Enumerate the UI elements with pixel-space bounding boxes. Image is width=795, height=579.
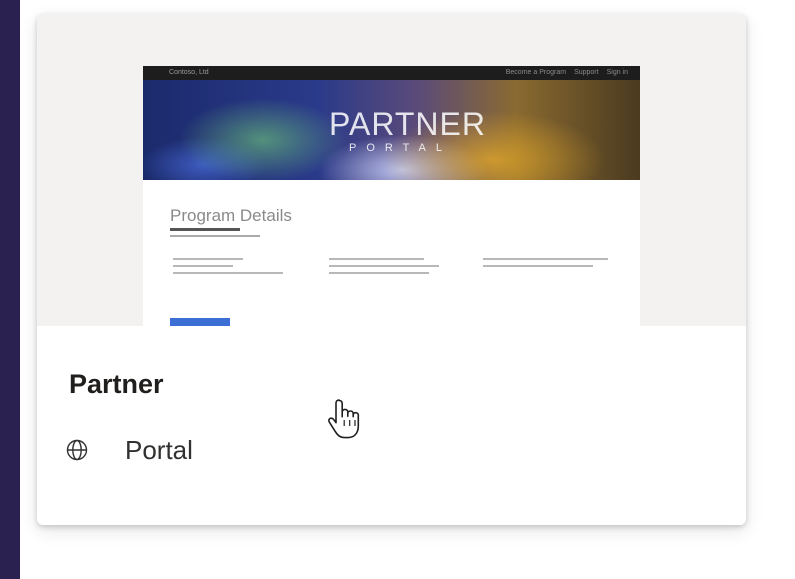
- thumbnail-nav-links: Become a Program Support Sign in: [506, 66, 628, 80]
- thumbnail-text-line: [170, 235, 260, 237]
- thumbnail-bullet-column: [173, 258, 283, 279]
- portal-card[interactable]: Contoso, Ltd Become a Program Support Si…: [37, 14, 746, 525]
- thumbnail-nav-link: Become a Program: [505, 69, 567, 76]
- thumbnail-body: Program Details: [143, 180, 640, 326]
- thumbnail-button: [170, 318, 230, 326]
- thumbnail-hero: PARTNER PORTAL: [143, 80, 640, 180]
- thumbnail-hero-title: PARTNER: [329, 106, 486, 142]
- thumbnail-area: Contoso, Ltd Become a Program Support Si…: [37, 14, 746, 326]
- card-type-label: Portal: [125, 435, 193, 465]
- thumbnail-brand: Contoso, Ltd: [169, 69, 209, 76]
- portal-thumbnail: Contoso, Ltd Become a Program Support Si…: [143, 66, 640, 326]
- thumbnail-nav-link: Support: [574, 69, 599, 76]
- thumbnail-nav-bar: Contoso, Ltd Become a Program Support Si…: [143, 66, 640, 80]
- globe-icon: [66, 439, 88, 461]
- thumbnail-bullet-column: [329, 258, 439, 279]
- thumbnail-hero-subtitle: PORTAL: [349, 142, 452, 154]
- thumbnail-section-heading: Program Details: [170, 206, 292, 225]
- thumbnail-text-line: [170, 228, 240, 231]
- thumbnail-bullet-column: [483, 258, 608, 272]
- hand-pointer-cursor-icon: [328, 399, 360, 439]
- thumbnail-nav-link: Sign in: [606, 69, 628, 76]
- card-title: Partner: [69, 369, 164, 399]
